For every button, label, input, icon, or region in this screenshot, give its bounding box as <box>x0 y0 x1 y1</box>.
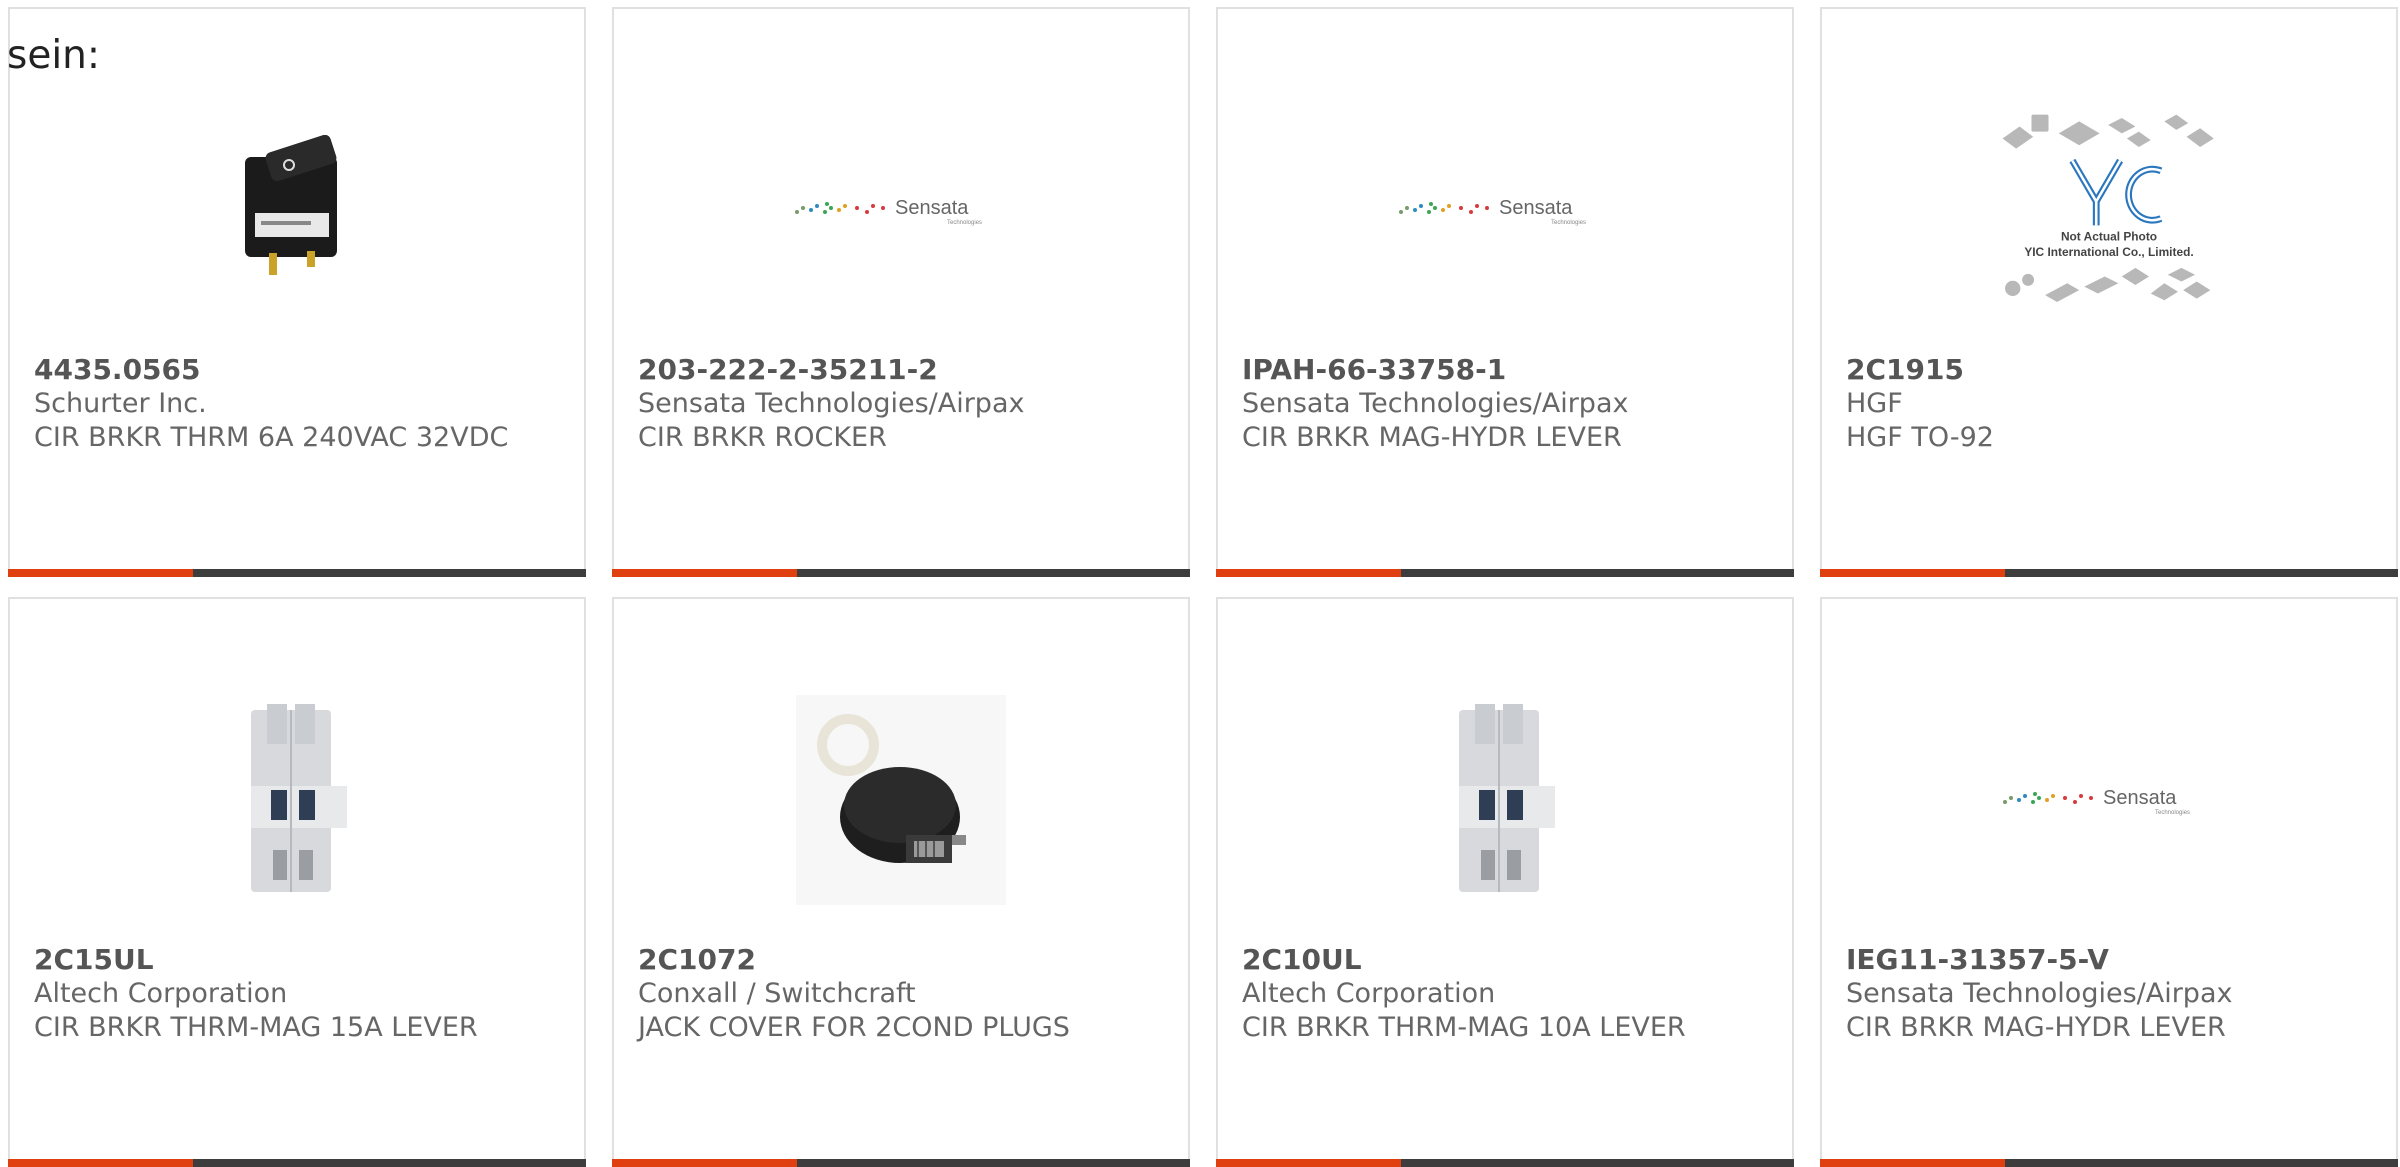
part-number[interactable]: 2C1915 <box>1846 353 2376 387</box>
part-number[interactable]: 203-222-2-35211-2 <box>638 353 1168 387</box>
product-card[interactable]: 2C1072 Conxall / Switchcraft JACK COVER … <box>612 597 1190 1167</box>
part-number[interactable]: 2C1072 <box>638 943 1168 977</box>
product-card[interactable]: 4435.0565 Schurter Inc. CIR BRKR THRM 6A… <box>8 7 586 577</box>
sensata-logo-sub: Technologies <box>1551 220 1586 226</box>
card-bottom-bar <box>1216 569 1794 577</box>
card-bottom-bar <box>1216 1159 1794 1167</box>
prefix-text: sein: <box>7 33 101 78</box>
description: CIR BRKR THRM-MAG 15A LEVER <box>34 1012 478 1043</box>
card-bottom-bar <box>1820 1159 2398 1167</box>
card-bottom-bar <box>612 569 1190 577</box>
jack-cover-icon <box>786 685 1016 915</box>
product-card[interactable]: Sensata Technologies 203-222-2-35211-2 S… <box>612 7 1190 577</box>
manufacturer: Sensata Technologies/Airpax <box>1846 978 2233 1009</box>
sensata-logo-sub: Technologies <box>947 220 982 226</box>
part-number[interactable]: IEG11-31357-5-V <box>1846 943 2376 977</box>
description: HGF TO-92 <box>1846 422 1994 453</box>
din-breaker-icon <box>1390 685 1620 915</box>
card-bottom-bar <box>1820 569 2398 577</box>
description: CIR BRKR MAG-HYDR LEVER <box>1242 422 1622 453</box>
sensata-logo: Sensata Technologies <box>1994 685 2224 915</box>
sensata-logo-text: Sensata <box>895 197 969 219</box>
product-card[interactable]: 2C10UL Altech Corporation CIR BRKR THRM-… <box>1216 597 1794 1167</box>
sensata-logo-text: Sensata <box>2103 787 2177 809</box>
manufacturer: HGF <box>1846 388 1903 419</box>
placeholder-line-1: Not Actual Photo <box>2061 230 2157 244</box>
din-breaker-icon <box>182 685 412 915</box>
manufacturer: Altech Corporation <box>1242 978 1496 1009</box>
description: CIR BRKR THRM-MAG 10A LEVER <box>1242 1012 1686 1043</box>
card-bottom-bar <box>8 1159 586 1167</box>
sensata-logo-sub: Technologies <box>2155 810 2190 816</box>
part-number[interactable]: 2C15UL <box>34 943 564 977</box>
manufacturer: Schurter Inc. <box>34 388 207 419</box>
placeholder-line-2: YIC International Co., Limited. <box>2024 245 2193 259</box>
part-number[interactable]: 4435.0565 <box>34 353 564 387</box>
description: CIR BRKR ROCKER <box>638 422 887 453</box>
part-number[interactable]: 2C10UL <box>1242 943 1772 977</box>
description: CIR BRKR MAG-HYDR LEVER <box>1846 1012 2226 1043</box>
product-card[interactable]: 2C15UL Altech Corporation CIR BRKR THRM-… <box>8 597 586 1167</box>
part-number[interactable]: IPAH-66-33758-1 <box>1242 353 1772 387</box>
product-card[interactable]: Not Actual Photo YIC International Co., … <box>1820 7 2398 577</box>
description: CIR BRKR THRM 6A 240VAC 32VDC <box>34 422 509 453</box>
sensata-logo-text: Sensata <box>1499 197 1573 219</box>
sensata-logo: Sensata Technologies <box>786 95 1016 325</box>
manufacturer: Sensata Technologies/Airpax <box>1242 388 1629 419</box>
description: JACK COVER FOR 2COND PLUGS <box>638 1012 1070 1043</box>
sensata-logo: Sensata Technologies <box>1390 95 1620 325</box>
rocker-switch-icon <box>182 95 412 325</box>
product-card[interactable]: Sensata Technologies IEG11-31357-5-V Sen… <box>1820 597 2398 1167</box>
yic-placeholder-image: Not Actual Photo YIC International Co., … <box>1994 95 2224 325</box>
product-card[interactable]: Sensata Technologies IPAH-66-33758-1 Sen… <box>1216 7 1794 577</box>
manufacturer: Altech Corporation <box>34 978 288 1009</box>
card-bottom-bar <box>8 569 586 577</box>
manufacturer: Conxall / Switchcraft <box>638 978 916 1009</box>
manufacturer: Sensata Technologies/Airpax <box>638 388 1025 419</box>
card-bottom-bar <box>612 1159 1190 1167</box>
